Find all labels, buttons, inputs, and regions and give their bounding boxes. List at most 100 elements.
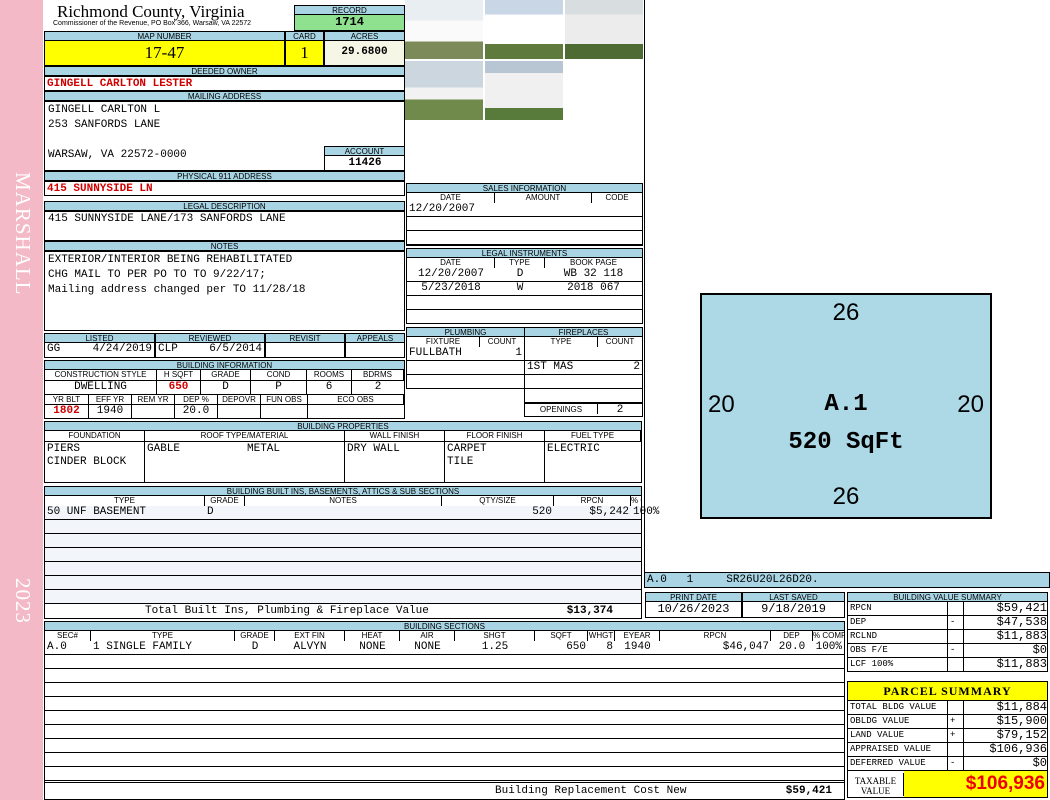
properties-table: FOUNDATION ROOF TYPE/MATERIAL WALL FINISH F… (44, 431, 642, 483)
instrument-row: 5/23/2018 W 2018 067 (407, 282, 642, 295)
notes-label: NOTES (44, 241, 405, 251)
floor: CARPET TILE (445, 441, 545, 482)
col-header: FUEL TYPE (545, 431, 641, 441)
property-photo[interactable] (485, 0, 563, 59)
col-header: DATE (407, 258, 495, 268)
summary-value: $47,538 (996, 616, 1047, 629)
col-header: AIR (400, 631, 455, 641)
fuel: ELECTRIC (545, 441, 641, 482)
col-header: GRADE (235, 631, 275, 641)
instr-type: D (516, 268, 524, 280)
account-value: 11426 (324, 156, 405, 171)
summary-row: OBLDG VALUE + $15,900 (847, 715, 1048, 729)
col-header: EXT FIN (275, 631, 345, 641)
col-header: WALL FINISH (345, 431, 445, 441)
properties-label: BUILDING PROPERTIES (44, 421, 642, 431)
builtin-rpcn: $5,242 (589, 506, 629, 518)
col-header: EFF YR (89, 394, 132, 404)
sketch-area[interactable]: 26 26 20 20 A.1 520 SqFt (700, 293, 992, 519)
divider (644, 0, 645, 572)
fireplace-row: 1ST MAS 2 (525, 361, 642, 374)
instr-date: 5/23/2018 (421, 282, 481, 294)
physical-label: PHYSICAL 911 ADDRESS (44, 171, 405, 181)
builtins-total-row: Total Built Ins, Plumbing & Fireplace Va… (44, 603, 642, 619)
map-number: 17-47 (44, 41, 285, 66)
col-header: CODE (592, 193, 642, 203)
col-header: HEAT (345, 631, 400, 641)
acres-value: 29.6800 (324, 41, 405, 66)
effective-year: 1940 (89, 404, 132, 418)
sec-rpcn: $46,047 (722, 641, 769, 653)
taxable-label: TAXABLE VALUE (848, 772, 904, 796)
col-header: TYPE (495, 258, 545, 268)
property-photo[interactable] (565, 0, 643, 59)
builtin-comp: 100% (633, 506, 660, 518)
foundation: PIERS CINDER BLOCK (45, 441, 145, 482)
fireplace-count: 2 (633, 361, 640, 373)
col-header: SHGT (455, 631, 535, 641)
property-photo[interactable] (485, 61, 563, 120)
instr-type: W (516, 282, 524, 294)
property-photo[interactable] (405, 61, 483, 120)
sec-whgt: 8 (606, 641, 613, 653)
sketch-vector: A.0 1 SR26U20L26D20. (644, 572, 1050, 588)
fixture-count: 1 (515, 347, 522, 359)
reviewed-label: REVIEWED (155, 333, 265, 343)
property-photo[interactable] (405, 0, 483, 59)
col-header: BOOK PAGE (545, 258, 642, 268)
fireplaces-label: FIREPLACES (524, 327, 643, 337)
dep-override (218, 404, 261, 418)
last-saved: 9/18/2019 (742, 602, 845, 618)
bedrooms: 2 (352, 380, 404, 394)
building-info-row1: CONSTRUCTION STYLE H SQFT GRADE COND ROOMS BD… (44, 370, 405, 395)
builtins-rows: 50 UNF BASEMENT D 520 $5,242 100% (44, 506, 659, 604)
roof: GABLE METAL (145, 441, 345, 482)
replacement-cost-label: Building Replacement Cost New (495, 785, 687, 797)
instr-book: 2018 067 (567, 282, 620, 294)
value-summary-label: BUILDING VALUE SUMMARY (847, 592, 1048, 602)
sketch-area-label: 520 SqFt (788, 429, 904, 456)
appeals-value (345, 343, 405, 358)
floor-item: CARPET (447, 443, 487, 455)
record-label: RECORD (294, 5, 405, 15)
summary-sign (948, 743, 964, 756)
sections-label: BUILDING SECTIONS (44, 621, 845, 631)
listed-date: 4/24/2019 (92, 343, 152, 355)
depreciation: 20.0 (175, 404, 218, 418)
legal-description: 415 SUNNYSIDE LANE/173 SANFORDS LANE (44, 211, 405, 241)
sketch-code: A.1 (824, 391, 868, 418)
dim-top: 26 (832, 299, 860, 326)
summary-row: RPCN $59,421 (847, 602, 1048, 616)
side-strip (0, 0, 43, 800)
summary-value: $0 (1032, 644, 1047, 657)
reviewed-value: CLP 6/5/2014 (155, 343, 265, 358)
listed-label: LISTED (44, 333, 155, 343)
col-header: COUNT (480, 337, 524, 347)
col-header: CONSTRUCTION STYLE (45, 370, 157, 380)
fireplaces-rows: 1ST MAS 2 (524, 347, 643, 403)
col-header: AMOUNT (495, 193, 592, 203)
notes-box: EXTERIOR/INTERIOR BEING REHABILITATED CH… (44, 251, 405, 331)
summary-sign (948, 701, 964, 714)
sec-type: 1 SINGLE FAMILY (93, 641, 193, 653)
sec-comp: 100% (815, 641, 842, 653)
listed-value: GG 4/24/2019 (44, 343, 155, 358)
summary-row: LCF 100% $11,883 (847, 658, 1048, 672)
revisit-value (265, 343, 345, 358)
col-header: TYPE (45, 496, 205, 506)
wall-finish: DRY WALL (347, 443, 400, 455)
sec-dep: 20.0 (778, 641, 806, 653)
grade: D (201, 380, 251, 394)
summary-sign (948, 658, 964, 671)
col-header: ROOMS (307, 370, 352, 380)
remaining-year (132, 404, 175, 418)
construction-style: DWELLING (45, 380, 157, 394)
col-header: DATE (407, 193, 495, 203)
col-header: SQFT (535, 631, 588, 641)
summary-label: OBLDG VALUE (848, 715, 948, 728)
parcel-summary-label: PARCEL SUMMARY (847, 681, 1048, 701)
sales-label: SALES INFORMATION (406, 183, 643, 193)
reviewed-date: 6/5/2014 (209, 343, 262, 355)
sec-grade: D (251, 641, 259, 653)
physical-address: 415 SUNNYSIDE LN (44, 181, 405, 196)
